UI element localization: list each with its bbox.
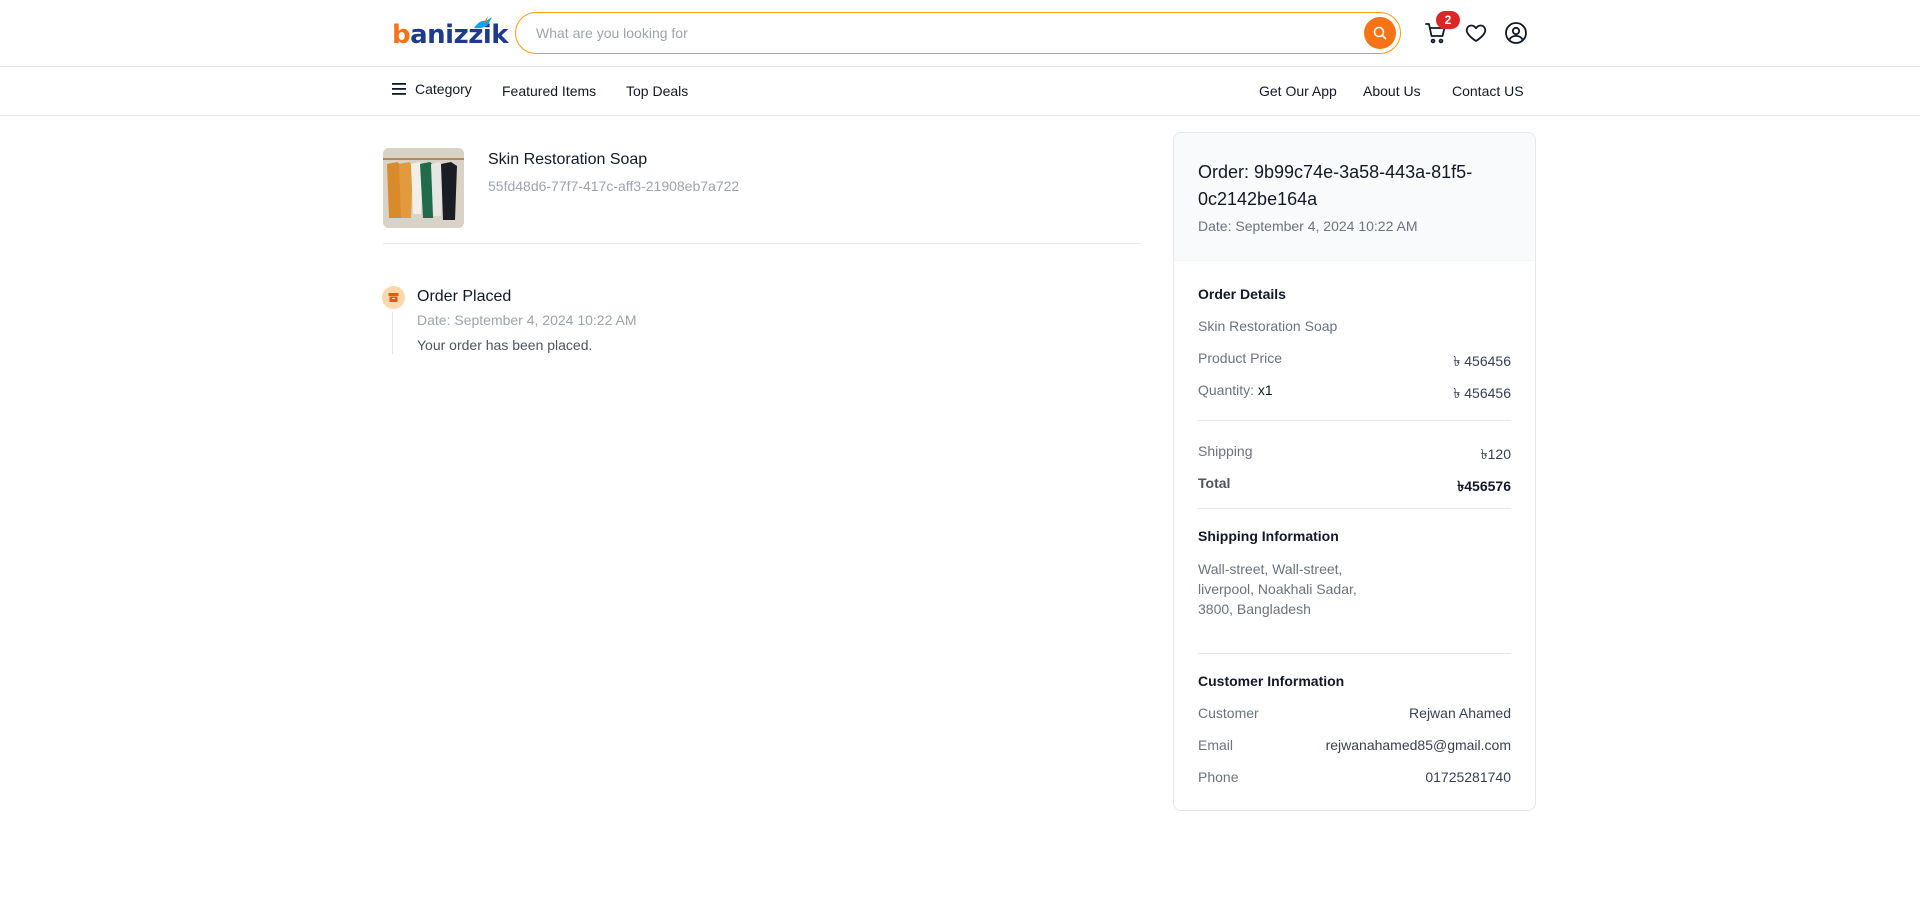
- order-id: Order: 9b99c74e-3a58-443a-81f5-0c2142be1…: [1198, 162, 1473, 209]
- cart-count-badge: 2: [1436, 11, 1460, 29]
- search-icon: [1373, 26, 1387, 40]
- order-item-name: Skin Restoration Soap: [1198, 318, 1338, 334]
- heart-icon: [1465, 24, 1487, 42]
- shipping-row: Shipping ৳120: [1198, 443, 1511, 467]
- top-header: banizzik 2: [0, 0, 1920, 67]
- customer-info-title: Customer Information: [1198, 673, 1345, 689]
- main-navigation: Category Featured Items Top Deals Get Ou…: [0, 67, 1920, 116]
- phone-label: Phone: [1198, 769, 1239, 785]
- nav-category[interactable]: Category: [392, 81, 472, 97]
- phone-row: Phone 01725281740: [1198, 769, 1511, 785]
- product-image[interactable]: [383, 148, 464, 228]
- nav-featured-items[interactable]: Featured Items: [502, 83, 596, 99]
- wishlist-button[interactable]: [1463, 20, 1489, 46]
- timeline-dot: [382, 286, 405, 309]
- nav-get-our-app[interactable]: Get Our App: [1259, 83, 1337, 99]
- search-input[interactable]: [536, 13, 1356, 53]
- divider: [1198, 653, 1511, 654]
- divider: [1198, 508, 1511, 509]
- box-icon: [388, 293, 399, 302]
- shipping-address: Wall-street, Wall-street, liverpool, Noa…: [1198, 561, 1357, 617]
- timeline-description: Your order has been placed.: [417, 337, 593, 353]
- nav-category-label: Category: [415, 81, 472, 97]
- shipping-info-title: Shipping Information: [1198, 528, 1339, 544]
- email-row: Email rejwanahamed85@gmail.com: [1198, 737, 1511, 753]
- customer-row: Customer Rejwan Ahamed: [1198, 705, 1511, 721]
- product-name[interactable]: Skin Restoration Soap: [488, 151, 647, 169]
- shipping-label: Shipping: [1198, 443, 1253, 459]
- order-details-title: Order Details: [1198, 286, 1286, 302]
- quantity-label: Quantity:: [1198, 382, 1255, 398]
- email-label: Email: [1198, 737, 1234, 753]
- customer-name: Rejwan Ahamed: [1409, 705, 1511, 721]
- timeline-title: Order Placed: [417, 288, 512, 305]
- divider: [1198, 420, 1511, 421]
- timeline-line: [392, 312, 393, 354]
- timeline-date: Date: September 4, 2024 10:22 AM: [417, 312, 637, 328]
- customer-label: Customer: [1198, 705, 1259, 721]
- product-price-label: Product Price: [1198, 350, 1283, 366]
- order-date: Date: September 4, 2024 10:22 AM: [1198, 218, 1418, 234]
- email-value: rejwanahamed85@gmail.com: [1325, 737, 1511, 753]
- clothes-rack-image: [383, 148, 464, 228]
- product-price-value: ৳ 456456: [1453, 353, 1511, 369]
- product-price-row: Product Price ৳ 456456: [1198, 350, 1511, 374]
- nav-about-us[interactable]: About Us: [1363, 83, 1421, 99]
- quantity-label-group: Quantity: x1: [1198, 382, 1273, 406]
- order-summary-card: Order: 9b99c74e-3a58-443a-81f5-0c2142be1…: [1173, 132, 1536, 811]
- user-circle-icon: [1505, 22, 1527, 44]
- menu-icon: [392, 83, 406, 95]
- quantity-row: Quantity: x1 ৳ 456456: [1198, 382, 1511, 406]
- quantity-total: ৳ 456456: [1453, 385, 1511, 401]
- phone-value: 01725281740: [1425, 769, 1511, 785]
- bird-icon: [474, 16, 492, 29]
- search-button[interactable]: [1364, 17, 1396, 49]
- total-label: Total: [1198, 475, 1231, 491]
- total-row: Total ৳456576: [1198, 475, 1511, 499]
- product-id: 55fd48d6-77f7-417c-aff3-21908eb7a722: [488, 178, 740, 194]
- brand-logo[interactable]: banizzik: [390, 14, 509, 54]
- search-bar: [515, 12, 1401, 54]
- nav-top-deals[interactable]: Top Deals: [626, 83, 688, 99]
- nav-contact-us[interactable]: Contact US: [1452, 83, 1524, 99]
- account-button[interactable]: [1503, 20, 1529, 46]
- order-summary-header: Order: 9b99c74e-3a58-443a-81f5-0c2142be1…: [1174, 133, 1535, 261]
- total-value: ৳456576: [1457, 478, 1511, 494]
- quantity-value: x1: [1257, 382, 1273, 398]
- divider: [383, 243, 1141, 244]
- shipping-value: ৳120: [1480, 446, 1511, 462]
